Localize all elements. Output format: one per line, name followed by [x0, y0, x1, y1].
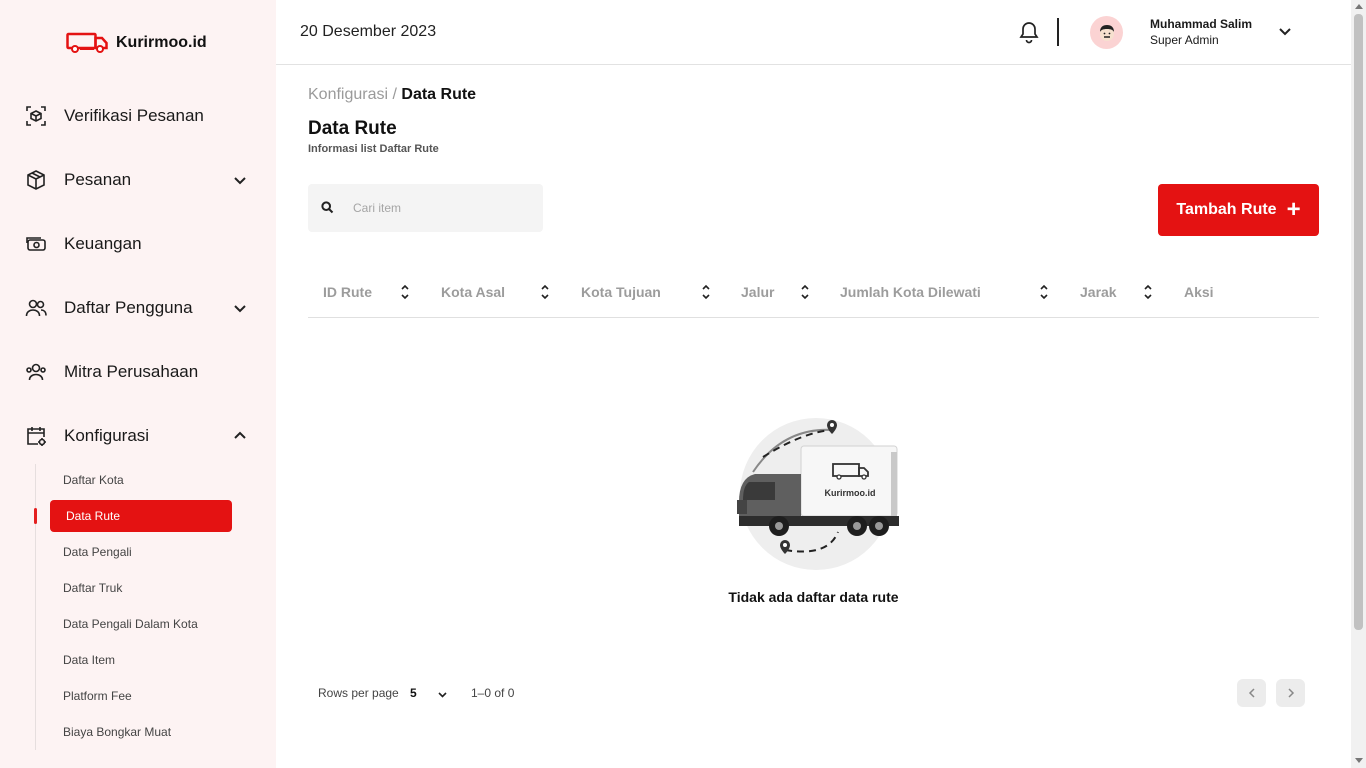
sidebar-item-label: Daftar Pengguna: [64, 298, 193, 317]
sort-icon[interactable]: [540, 282, 550, 302]
active-indicator: [34, 508, 37, 524]
money-icon: [24, 232, 48, 256]
sidebar: Kurirmoo.id Verifikasi Pesanan Pesanan K…: [0, 0, 276, 768]
breadcrumb-parent[interactable]: Konfigurasi: [308, 86, 388, 103]
scroll-thumb[interactable]: [1354, 14, 1363, 630]
topbar: 20 Desember 2023 Muhammad Salim Super Ad…: [276, 0, 1351, 65]
sidebar-subitem-platform-fee[interactable]: Platform Fee: [63, 689, 132, 703]
page-title: Data Rute: [308, 118, 397, 139]
sidebar-item-mitra-perusahaan[interactable]: Mitra Perusahaan: [24, 354, 252, 390]
sidebar-item-verifikasi-pesanan[interactable]: Verifikasi Pesanan: [24, 98, 252, 134]
scroll-down-arrow-icon[interactable]: [1355, 758, 1363, 763]
add-route-button[interactable]: Tambah Rute +: [1158, 184, 1319, 236]
breadcrumb-separator: /: [388, 86, 402, 103]
app-name: Kurirmoo.id: [116, 34, 207, 51]
chevron-down-icon[interactable]: [1278, 24, 1292, 38]
app-logo[interactable]: Kurirmoo.id: [66, 32, 207, 54]
sort-icon[interactable]: [1143, 282, 1153, 302]
current-date: 20 Desember 2023: [300, 23, 437, 40]
sort-icon[interactable]: [1039, 282, 1049, 302]
user-face-icon: [1099, 24, 1114, 41]
column-header-jalur[interactable]: Jalur: [741, 284, 774, 300]
chevron-right-icon: [1287, 688, 1294, 698]
search-input[interactable]: [353, 198, 533, 218]
column-header-kota-tujuan[interactable]: Kota Tujuan: [581, 284, 661, 300]
search-icon: [321, 201, 334, 214]
truck-logo-icon: [66, 32, 108, 53]
user-name: Muhammad Salim: [1150, 17, 1253, 31]
rows-per-page-select[interactable]: 5: [410, 686, 417, 700]
column-header-jumlah-kota-dilewati[interactable]: Jumlah Kota Dilewati: [840, 284, 981, 300]
sidebar-item-label: Keuangan: [64, 234, 142, 253]
empty-truck-illustration: Kurirmoo.id: [737, 418, 899, 570]
page-subtitle: Informasi list Daftar Rute: [308, 143, 439, 155]
user-role: Super Admin: [1150, 33, 1219, 47]
sort-icon[interactable]: [800, 282, 810, 302]
breadcrumb: Konfigurasi / Data Rute: [308, 86, 476, 104]
table-header: ID Rute Kota Asal Kota Tujuan Jalur Juml…: [308, 270, 1319, 318]
add-route-label: Tambah Rute: [1176, 201, 1277, 218]
sidebar-subitem-data-pengali-dalam-kota[interactable]: Data Pengali Dalam Kota: [63, 617, 198, 631]
users-icon: [24, 296, 48, 320]
prev-page-button[interactable]: [1237, 679, 1266, 707]
plus-icon: +: [1286, 196, 1301, 223]
config-icon: [24, 424, 48, 448]
sidebar-item-label: Mitra Perusahaan: [64, 362, 199, 381]
column-header-id-rute[interactable]: ID Rute: [323, 284, 372, 300]
sidebar-item-pesanan[interactable]: Pesanan: [24, 162, 252, 198]
illustration-logo-text: Kurirmoo.id: [825, 488, 876, 498]
column-header-kota-asal[interactable]: Kota Asal: [441, 284, 505, 300]
sidebar-subitem-data-rute[interactable]: Data Rute: [50, 500, 232, 532]
avatar[interactable]: [1090, 16, 1123, 49]
sort-icon[interactable]: [400, 282, 410, 302]
pagination-range: 1–0 of 0: [471, 686, 515, 700]
box-scan-icon: [24, 104, 48, 128]
sidebar-subitem-data-item[interactable]: Data Item: [63, 653, 115, 667]
sidebar-item-label: Verifikasi Pesanan: [64, 106, 204, 125]
chevron-down-icon: [234, 177, 246, 185]
sort-icon[interactable]: [701, 282, 711, 302]
rows-per-page-label: Rows per page: [318, 686, 399, 700]
chevron-left-icon: [1248, 688, 1255, 698]
chevron-down-icon[interactable]: [437, 689, 448, 700]
package-icon: [24, 168, 48, 192]
column-header-aksi: Aksi: [1184, 284, 1214, 300]
sidebar-item-konfigurasi[interactable]: Konfigurasi: [24, 418, 252, 454]
sidebar-subitem-daftar-kota[interactable]: Daftar Kota: [63, 473, 124, 487]
breadcrumb-current: Data Rute: [401, 86, 477, 103]
sidebar-subitem-data-pengali[interactable]: Data Pengali: [63, 545, 132, 559]
sidebar-item-keuangan[interactable]: Keuangan: [24, 226, 252, 262]
page-scrollbar[interactable]: [1351, 0, 1366, 768]
divider: [1057, 18, 1059, 46]
sidebar-item-daftar-pengguna[interactable]: Daftar Pengguna: [24, 290, 252, 326]
partners-icon: [24, 360, 48, 384]
search-box: [308, 184, 543, 232]
sidebar-subitem-biaya-bongkar-muat[interactable]: Biaya Bongkar Muat: [63, 725, 171, 739]
chevron-down-icon: [234, 305, 246, 313]
sidebar-item-label: Konfigurasi: [64, 426, 150, 445]
empty-state-message: Tidak ada daftar data rute: [728, 589, 899, 605]
scroll-up-arrow-icon[interactable]: [1355, 4, 1363, 9]
chevron-up-icon: [234, 431, 246, 439]
submenu-line: [35, 464, 36, 750]
next-page-button[interactable]: [1276, 679, 1305, 707]
sidebar-item-label: Pesanan: [64, 170, 132, 189]
bell-icon[interactable]: [1018, 20, 1040, 44]
column-header-jarak[interactable]: Jarak: [1080, 284, 1117, 300]
